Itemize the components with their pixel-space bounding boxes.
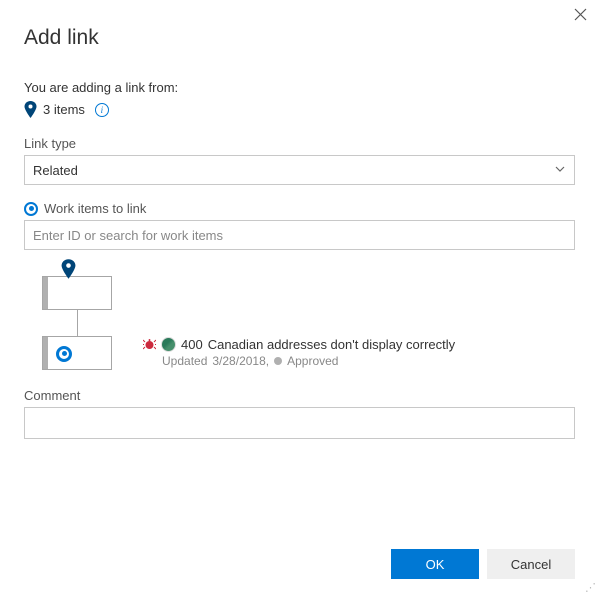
linked-work-item: 400 Canadian addresses don't display cor…: [142, 337, 455, 370]
pin-icon: [24, 101, 37, 118]
work-item-state: Approved: [287, 354, 338, 368]
add-link-dialog: Add link You are adding a link from: 3 i…: [0, 0, 599, 593]
info-icon[interactable]: i: [95, 103, 109, 117]
updated-prefix: Updated: [162, 354, 207, 368]
comment-label: Comment: [24, 388, 575, 403]
link-diagram: 400 Canadian addresses don't display cor…: [42, 258, 575, 370]
dialog-footer: OK Cancel: [391, 549, 575, 579]
diagram-target-node: [42, 336, 112, 370]
bug-icon: [142, 338, 156, 352]
diagram-nodes: [42, 258, 112, 370]
target-icon: [56, 344, 72, 362]
cancel-button[interactable]: Cancel: [487, 549, 575, 579]
comment-input[interactable]: [24, 407, 575, 439]
work-items-search-input[interactable]: [24, 220, 575, 250]
work-item-id: 400: [181, 337, 203, 352]
link-type-value: Related: [33, 163, 78, 178]
avatar: [161, 337, 176, 352]
work-items-label: Work items to link: [44, 201, 146, 216]
dialog-title: Add link: [24, 26, 575, 50]
updated-date: 3/28/2018,: [212, 354, 269, 368]
work-item-title: Canadian addresses don't display correct…: [208, 337, 455, 352]
chevron-down-icon: [554, 163, 566, 178]
link-type-label: Link type: [24, 136, 575, 151]
close-icon[interactable]: [574, 8, 587, 24]
pin-icon: [61, 259, 76, 282]
diagram-connector: [77, 310, 78, 336]
target-icon: [24, 202, 38, 216]
ok-button[interactable]: OK: [391, 549, 479, 579]
link-type-select[interactable]: Related: [24, 155, 575, 185]
work-items-label-row: Work items to link: [24, 201, 575, 216]
items-summary: 3 items i: [24, 101, 575, 118]
dialog-subtitle: You are adding a link from:: [24, 80, 575, 95]
items-count: 3 items: [43, 102, 85, 117]
status-dot-icon: [274, 357, 282, 365]
diagram-source-node: [42, 276, 112, 310]
resize-grip-icon[interactable]: ⋰: [585, 585, 597, 591]
